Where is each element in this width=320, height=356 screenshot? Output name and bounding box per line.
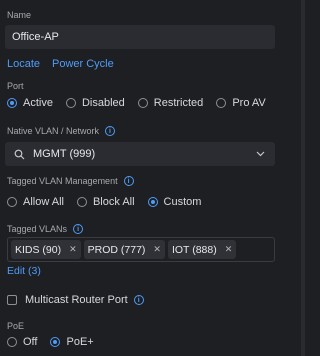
block-all-option[interactable]: Block All <box>76 196 135 208</box>
vlan-tag-label: KIDS (90) <box>15 243 62 256</box>
tagged-mgmt-label: Tagged VLAN Management <box>7 176 118 186</box>
chevron-down-icon <box>256 151 265 157</box>
native-vlan-label-row: Native VLAN / Network i <box>7 126 116 136</box>
radio-icon[interactable] <box>65 98 76 108</box>
radio-icon[interactable] <box>7 337 17 347</box>
tagged-mgmt-label-row: Tagged VLAN Management i <box>7 176 134 186</box>
port-restricted-option[interactable]: Restricted <box>137 97 204 109</box>
allow-all-option[interactable]: Allow All <box>7 196 64 208</box>
native-vlan-value: MGMT (999) <box>33 148 96 160</box>
search-icon <box>14 149 25 159</box>
port-pro-av-option[interactable]: Pro AV <box>216 97 266 109</box>
radio-icon[interactable] <box>216 98 227 108</box>
native-vlan-label: Native VLAN / Network <box>7 126 100 136</box>
vlan-tag: IOT (888) ✕ <box>167 240 237 259</box>
info-icon[interactable]: i <box>133 295 144 305</box>
poe-label: PoE <box>7 321 25 331</box>
port-radio-group: Active Disabled Restricted Pro AV <box>7 97 279 109</box>
radio-icon[interactable] <box>76 197 87 207</box>
port-restricted-label: Restricted <box>153 97 204 109</box>
tagged-mgmt-radio-group: Allow All Block All Custom <box>7 196 214 208</box>
custom-option[interactable]: Custom <box>147 196 202 208</box>
radio-selected-icon[interactable] <box>50 337 61 347</box>
radio-icon[interactable] <box>137 98 148 108</box>
vlan-tag-label: IOT (888) <box>171 243 217 256</box>
scrollbar[interactable] <box>301 0 305 356</box>
port-pro-av-label: Pro AV <box>232 97 266 109</box>
multicast-label: Multicast Router Port <box>25 294 128 306</box>
remove-tag-icon[interactable]: ✕ <box>225 244 233 255</box>
tagged-vlans-label: Tagged VLANs <box>7 224 68 234</box>
power-cycle-link[interactable]: Power Cycle <box>52 58 114 70</box>
remove-tag-icon[interactable]: ✕ <box>153 244 161 255</box>
tagged-vlans-field[interactable]: KIDS (90) ✕ PROD (777) ✕ IOT (888) ✕ <box>7 237 275 262</box>
poe-plus-option[interactable]: PoE+ <box>50 336 94 348</box>
poe-off-label: Off <box>23 336 38 348</box>
vlan-tag: PROD (777) ✕ <box>83 240 165 259</box>
multicast-checkbox[interactable] <box>7 295 17 305</box>
port-disabled-option[interactable]: Disabled <box>65 97 125 109</box>
poe-off-option[interactable]: Off <box>7 336 37 348</box>
poe-plus-label: PoE+ <box>66 336 94 348</box>
port-active-label: Active <box>23 97 53 109</box>
radio-selected-icon[interactable] <box>7 98 17 108</box>
custom-label: Custom <box>163 196 202 208</box>
vlan-tag-label: PROD (777) <box>87 243 146 256</box>
name-label: Name <box>7 10 32 20</box>
name-input[interactable]: Office-AP <box>5 25 275 49</box>
port-label: Port <box>7 81 24 91</box>
vlan-tag: KIDS (90) ✕ <box>11 240 81 259</box>
info-icon[interactable]: i <box>73 224 84 234</box>
port-active-option[interactable]: Active <box>7 97 53 109</box>
native-vlan-select[interactable]: MGMT (999) <box>5 142 275 166</box>
block-all-label: Block All <box>92 196 135 208</box>
port-disabled-label: Disabled <box>81 97 125 109</box>
radio-icon[interactable] <box>7 197 17 207</box>
info-icon[interactable]: i <box>105 126 116 136</box>
remove-tag-icon[interactable]: ✕ <box>69 244 77 255</box>
allow-all-label: Allow All <box>23 196 64 208</box>
info-icon[interactable]: i <box>123 176 134 186</box>
locate-link[interactable]: Locate <box>7 58 40 70</box>
poe-radio-group: Off PoE+ <box>7 336 107 348</box>
tagged-vlans-label-row: Tagged VLANs i <box>7 224 84 234</box>
edit-vlans-link[interactable]: Edit (3) <box>7 265 41 277</box>
radio-selected-icon[interactable] <box>147 197 158 207</box>
multicast-row: Multicast Router Port i <box>7 294 144 306</box>
